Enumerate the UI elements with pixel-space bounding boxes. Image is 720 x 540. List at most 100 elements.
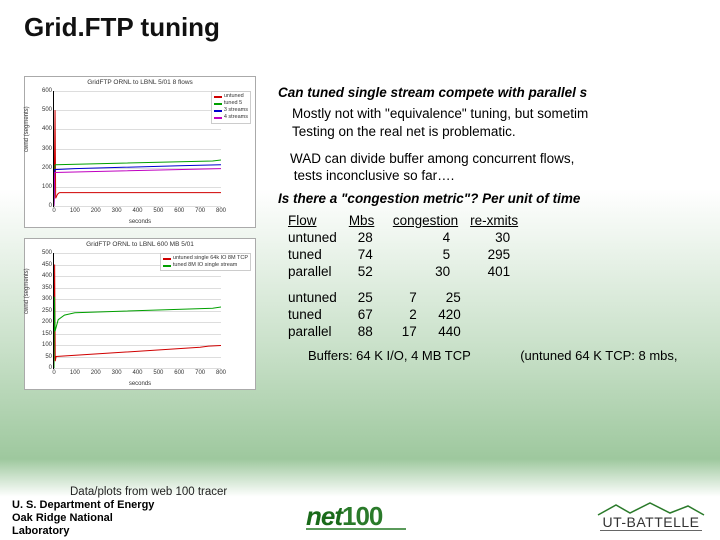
ytick: 450 bbox=[42, 262, 52, 268]
cell-rex: 440 bbox=[437, 323, 481, 340]
ytick: 100 bbox=[42, 342, 52, 348]
cell-cong: 5 bbox=[393, 246, 470, 263]
ytick: 250 bbox=[42, 308, 52, 314]
th-flow: Flow bbox=[288, 212, 349, 229]
cell-flow: parallel bbox=[288, 263, 349, 280]
legend-row: 3 streams bbox=[214, 107, 248, 114]
cell-rex: 420 bbox=[437, 306, 481, 323]
legend-swatch bbox=[214, 117, 222, 119]
cell-flow: tuned bbox=[288, 306, 349, 323]
xtick: 500 bbox=[153, 370, 163, 376]
ut-battelle-logo: UT-BATTELLE bbox=[596, 501, 706, 532]
ytick: 500 bbox=[42, 250, 52, 256]
table-row: parallel8817440 bbox=[288, 323, 481, 340]
cell-mbs: 88 bbox=[349, 323, 393, 340]
chart-title: GridFTP ORNL to LBNL 5/01 8 flows bbox=[25, 79, 255, 86]
ytick: 150 bbox=[42, 331, 52, 337]
cell-rex: 401 bbox=[470, 263, 530, 280]
xtick: 400 bbox=[132, 370, 142, 376]
charts-column: GridFTP ORNL to LBNL 5/01 8 flows cwnd (s… bbox=[0, 64, 270, 492]
xtick: 600 bbox=[174, 370, 184, 376]
th-cong: congestion bbox=[393, 212, 470, 229]
cell-mbs: 67 bbox=[349, 306, 393, 323]
ytick: 200 bbox=[42, 319, 52, 325]
chart-ylabel: cwnd (segments) bbox=[24, 268, 30, 314]
th-mbs: Mbs bbox=[349, 212, 393, 229]
ytick: 300 bbox=[42, 296, 52, 302]
xtick: 100 bbox=[70, 208, 80, 214]
answer-1: Mostly not with "equivalence" tuning, bu… bbox=[292, 105, 720, 140]
legend-row: tuned 5 bbox=[214, 100, 248, 107]
legend-label: tuned 8M IO single stream bbox=[173, 262, 238, 269]
ytick: 100 bbox=[42, 184, 52, 190]
legend-label: untuned bbox=[224, 93, 244, 100]
legend-row: untuned bbox=[214, 93, 248, 100]
legend-row: 4 streams bbox=[214, 114, 248, 121]
xtick: 200 bbox=[91, 208, 101, 214]
ytick: 50 bbox=[45, 354, 52, 360]
note-1a: WAD can divide buffer among concurrent f… bbox=[290, 151, 574, 166]
footer: Data/plots from web 100 tracer U. S. Dep… bbox=[0, 486, 720, 538]
legend-label: untuned single 64k IO 8M TCP bbox=[173, 255, 248, 262]
buffers-note: Buffers: 64 K I/O, 4 MB TCP (untuned 64 … bbox=[308, 348, 720, 365]
xtick: 700 bbox=[195, 208, 205, 214]
xtick: 0 bbox=[52, 370, 55, 376]
table-row: untuned28430 bbox=[288, 229, 530, 246]
plots-caption: Data/plots from web 100 tracer bbox=[70, 486, 227, 498]
metric-table-2: untuned25725tuned672420parallel8817440 bbox=[288, 289, 481, 341]
content-area: GridFTP ORNL to LBNL 5/01 8 flows cwnd (s… bbox=[0, 64, 720, 492]
xtick: 800 bbox=[216, 370, 226, 376]
table-header: Flow Mbs congestion re-xmits bbox=[288, 212, 530, 229]
xtick: 200 bbox=[91, 370, 101, 376]
cell-flow: untuned bbox=[288, 229, 349, 246]
net100-logo: net100 bbox=[306, 501, 406, 530]
legend-swatch bbox=[214, 103, 222, 105]
affiliation: U. S. Department of Energy Oak Ridge Nat… bbox=[12, 499, 154, 538]
metric-tables: Flow Mbs congestion re-xmits untuned2843… bbox=[288, 212, 720, 341]
ytick: 400 bbox=[42, 273, 52, 279]
chart-xlabel: seconds bbox=[25, 381, 255, 387]
cell-flow: tuned bbox=[288, 246, 349, 263]
chart-ylabel: cwnd (segments) bbox=[24, 106, 30, 152]
xtick: 0 bbox=[52, 208, 55, 214]
cell-mbs: 28 bbox=[349, 229, 393, 246]
chart-1: GridFTP ORNL to LBNL 5/01 8 flows cwnd (s… bbox=[24, 76, 256, 228]
cell-cong: 30 bbox=[393, 263, 470, 280]
xtick: 300 bbox=[112, 370, 122, 376]
xtick: 400 bbox=[132, 208, 142, 214]
legend-swatch bbox=[163, 258, 171, 260]
note-1: WAD can divide buffer among concurrent f… bbox=[290, 150, 720, 185]
cell-cong: 2 bbox=[393, 306, 437, 323]
cell-mbs: 52 bbox=[349, 263, 393, 280]
cell-cong: 17 bbox=[393, 323, 437, 340]
cell-mbs: 74 bbox=[349, 246, 393, 263]
chart-title: GridFTP ORNL to LBNL 600 MB 5/01 bbox=[25, 241, 255, 248]
legend-swatch bbox=[163, 265, 171, 267]
question-2: Is there a "congestion metric"? Per unit… bbox=[278, 190, 720, 207]
net100-net: net bbox=[306, 501, 342, 531]
legend-label: 4 streams bbox=[224, 114, 248, 121]
cell-rex: 30 bbox=[470, 229, 530, 246]
question-1: Can tuned single stream compete with par… bbox=[278, 84, 720, 101]
table-row: parallel5230401 bbox=[288, 263, 530, 280]
metric-table-1: Flow Mbs congestion re-xmits untuned2843… bbox=[288, 212, 530, 281]
xtick: 700 bbox=[195, 370, 205, 376]
xtick: 100 bbox=[70, 370, 80, 376]
chart-xlabel: seconds bbox=[25, 219, 255, 225]
answer-1a: Mostly not with "equivalence" tuning, bu… bbox=[292, 106, 588, 121]
net100-100: 100 bbox=[342, 501, 382, 531]
th-rex: re-xmits bbox=[470, 212, 530, 229]
text-column: Can tuned single stream compete with par… bbox=[270, 64, 720, 492]
buffers-label: Buffers: 64 K I/O, 4 MB TCP bbox=[308, 348, 471, 363]
xtick: 500 bbox=[153, 208, 163, 214]
answer-1b: Testing on the real net is problematic. bbox=[292, 124, 516, 139]
legend-label: 3 streams bbox=[224, 107, 248, 114]
affil-line3: Laboratory bbox=[12, 525, 69, 537]
xtick: 300 bbox=[112, 208, 122, 214]
chart-legend: untuned single 64k IO 8M TCPtuned 8M IO … bbox=[160, 253, 251, 271]
ytick: 500 bbox=[42, 107, 52, 113]
affil-line2: Oak Ridge National bbox=[12, 512, 113, 524]
cell-flow: parallel bbox=[288, 323, 349, 340]
table-row: tuned672420 bbox=[288, 306, 481, 323]
xtick: 800 bbox=[216, 208, 226, 214]
